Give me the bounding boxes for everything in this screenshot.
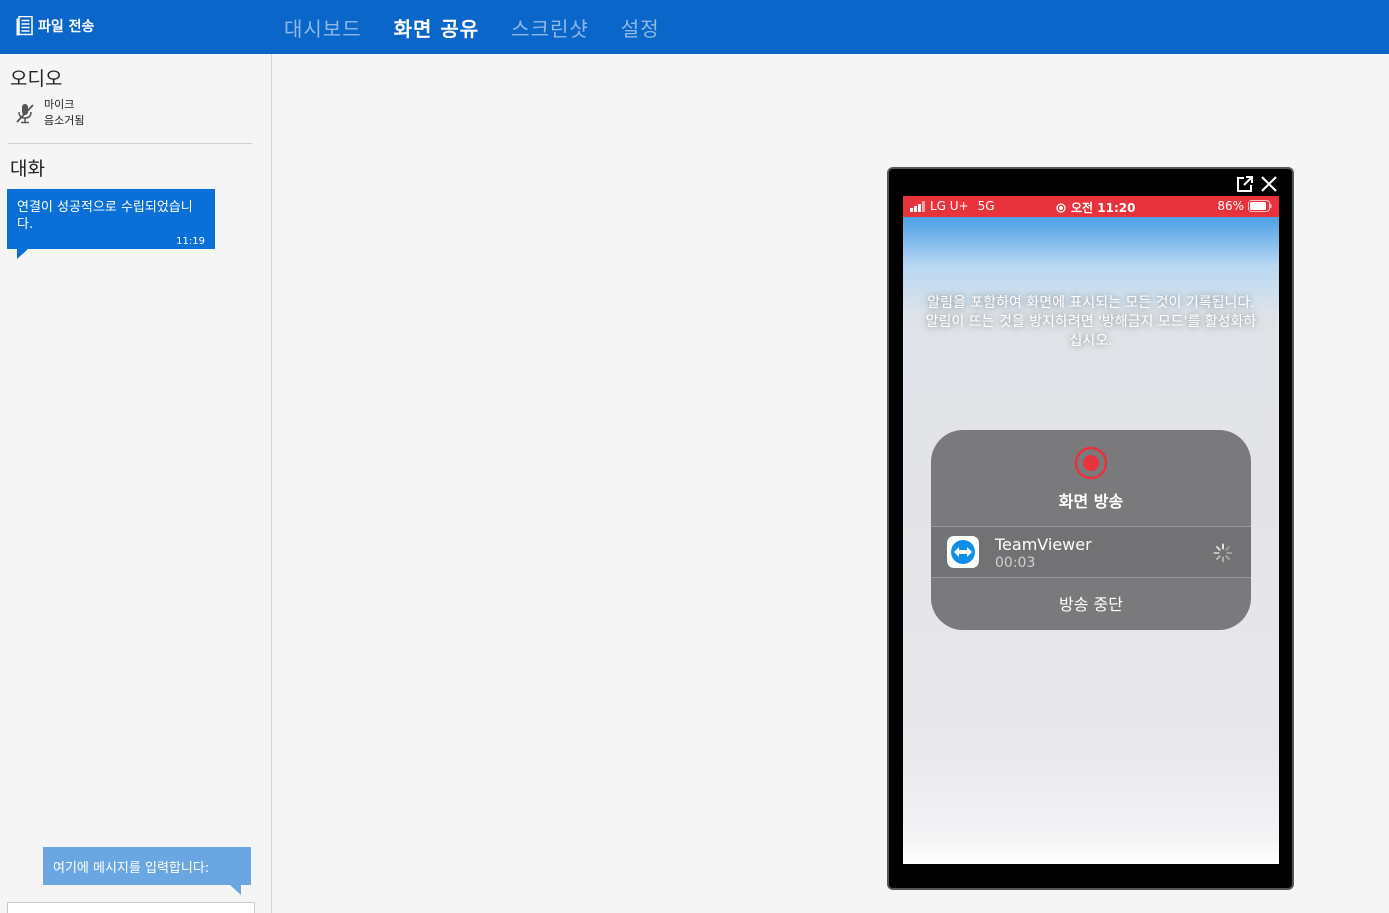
top-bar: 파일 전송 대시보드 화면 공유 스크린샷 설정 bbox=[0, 0, 1389, 54]
chat-send-area[interactable] bbox=[7, 902, 255, 913]
audio-title: 오디오 bbox=[10, 68, 63, 90]
spinner-icon bbox=[1213, 543, 1233, 563]
remote-screen[interactable]: LG U+ 5G 오전 11:20 86% 알림을 포함하여 화면에 표시되는 bbox=[903, 196, 1279, 864]
teamviewer-icon bbox=[947, 536, 979, 568]
tab-screenshot[interactable]: 스크린샷 bbox=[511, 13, 589, 42]
stop-broadcast-button[interactable]: 방송 중단 bbox=[931, 579, 1251, 630]
input-tail bbox=[230, 885, 241, 895]
popout-icon[interactable] bbox=[1236, 175, 1254, 193]
file-list-icon bbox=[16, 16, 33, 36]
app-name: TeamViewer bbox=[995, 535, 1092, 554]
close-icon[interactable] bbox=[1260, 175, 1278, 193]
tab-screen-share[interactable]: 화면 공유 bbox=[394, 13, 480, 42]
chat-message-text: 연결이 성공적으로 수립되었습니다. bbox=[17, 200, 193, 232]
network: 5G bbox=[977, 199, 995, 213]
phone-time: 오전 11:20 bbox=[1071, 201, 1136, 215]
broadcast-panel: 화면 방송 TeamViewer 00:03 방송 중단 bbox=[931, 430, 1251, 630]
mic-muted-icon bbox=[16, 104, 34, 124]
battery-icon bbox=[1248, 200, 1272, 212]
divider bbox=[8, 143, 252, 144]
chat-message: 연결이 성공적으로 수립되었습니다. 11:19 bbox=[7, 189, 215, 259]
sidebar: 오디오 마이크 음소거됨 대화 연결이 성공적으로 수립되었습니다. 11:19… bbox=[0, 54, 272, 913]
tab-settings[interactable]: 설정 bbox=[621, 13, 660, 42]
mic-toggle[interactable]: 마이크 음소거됨 bbox=[16, 97, 84, 129]
remote-screen-frame: LG U+ 5G 오전 11:20 86% 알림을 포함하여 화면에 표시되는 bbox=[887, 167, 1294, 890]
tab-dashboard[interactable]: 대시보드 bbox=[284, 13, 362, 42]
chat-title: 대화 bbox=[10, 158, 45, 180]
chat-input-placeholder: 여기에 메시지를 입력합니다: bbox=[53, 861, 210, 876]
mic-label: 마이크 bbox=[44, 98, 75, 111]
file-transfer-button[interactable]: 파일 전송 bbox=[16, 14, 94, 38]
carrier: LG U+ bbox=[930, 199, 969, 213]
file-transfer-label: 파일 전송 bbox=[38, 19, 95, 35]
phone-status-bar: LG U+ 5G 오전 11:20 86% bbox=[903, 196, 1279, 217]
bubble-tail bbox=[17, 249, 28, 259]
broadcast-app-row[interactable]: TeamViewer 00:03 bbox=[931, 526, 1251, 578]
record-icon[interactable] bbox=[1074, 446, 1108, 480]
chat-input[interactable]: 여기에 메시지를 입력합니다: bbox=[43, 847, 251, 895]
chat-message-time: 11:19 bbox=[176, 236, 205, 247]
broadcast-title: 화면 방송 bbox=[1058, 492, 1124, 511]
mic-status: 음소거됨 bbox=[44, 114, 85, 127]
recording-indicator-icon bbox=[1056, 202, 1066, 213]
recording-notice: 알림을 포함하여 화면에 표시되는 모든 것이 기록됩니다. 알림이 뜨는 것을… bbox=[925, 295, 1257, 349]
battery-percent: 86% bbox=[1217, 199, 1244, 213]
signal-icon bbox=[910, 200, 925, 212]
main-tabs: 대시보드 화면 공유 스크린샷 설정 bbox=[284, 0, 692, 54]
broadcast-elapsed: 00:03 bbox=[995, 555, 1036, 571]
